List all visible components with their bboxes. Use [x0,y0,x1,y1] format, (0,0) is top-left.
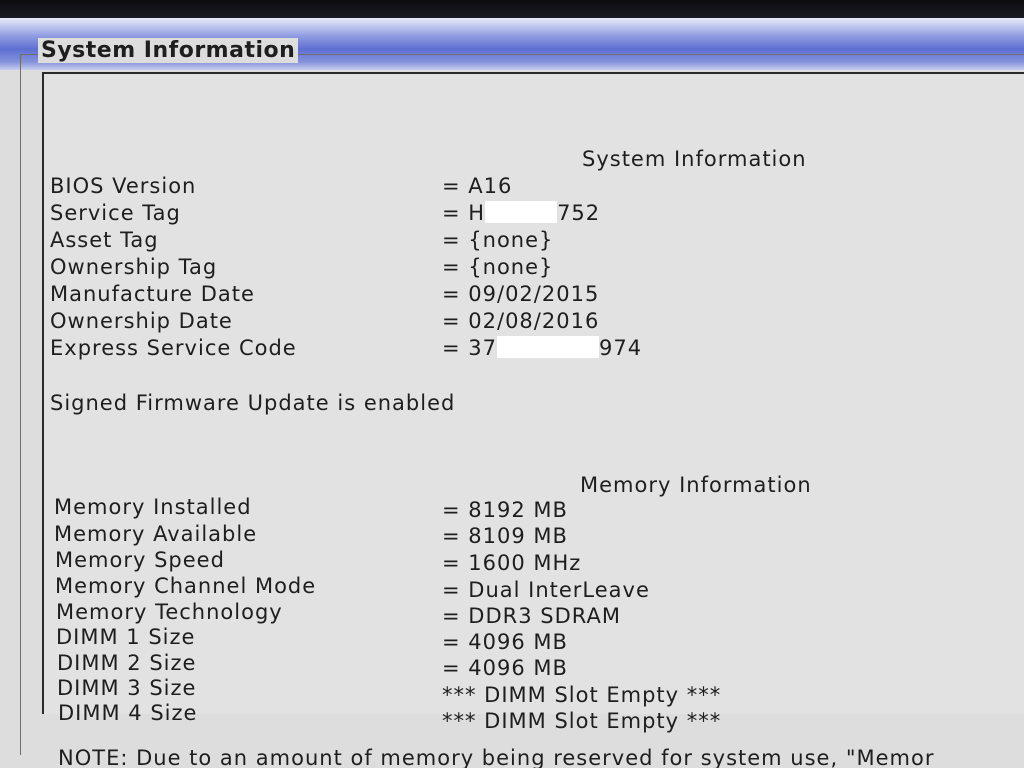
redaction-box [485,201,558,223]
manufacture-date-value: = 09/02/2015 [442,282,600,306]
memory-technology-label: Memory Technology [56,600,283,624]
manufacture-date-label: Manufacture Date [50,282,255,306]
memory-info-heading: Memory Information [580,473,812,497]
memory-available-value: = 8109 MB [442,524,568,548]
memory-speed-value: = 1600 MHz [442,551,582,575]
ownership-date-value: = 02/08/2016 [442,309,600,333]
service-tag-prefix: = H [442,201,486,225]
redaction-box [497,336,599,358]
dimm-2-size-label: DIMM 2 Size [57,651,197,675]
dimm-3-size-label: DIMM 3 Size [57,676,197,700]
ownership-tag-label: Ownership Tag [50,255,218,279]
express-code-prefix: = 37 [442,336,497,360]
group-title: System Information [38,38,299,63]
dimm-4-size-label: DIMM 4 Size [58,701,198,725]
memory-speed-label: Memory Speed [55,548,225,572]
dimm-4-size-value: *** DIMM Slot Empty *** [442,709,722,733]
express-code-suffix: 974 [599,336,643,360]
ownership-date-label: Ownership Date [50,309,233,333]
asset-tag-label: Asset Tag [50,228,159,252]
dimm-1-size-value: = 4096 MB [442,630,568,654]
system-info-heading: System Information [582,147,807,171]
ownership-tag-value: = {none} [442,255,554,279]
memory-technology-value: = DDR3 SDRAM [442,604,621,628]
screen-bezel [0,0,1024,18]
bios-version-label: BIOS Version [50,174,197,198]
memory-available-label: Memory Available [54,522,258,546]
service-tag-value: = H 752 [442,200,600,227]
service-tag-label: Service Tag [50,201,181,225]
dimm-3-size-value: *** DIMM Slot Empty *** [442,683,722,707]
dimm-2-size-value: = 4096 MB [442,656,568,680]
service-tag-suffix: 752 [557,201,601,225]
express-service-code-label: Express Service Code [50,336,297,360]
express-service-code-value: = 37 974 [442,335,642,362]
bios-version-value: = A16 [442,174,513,198]
memory-note-text: NOTE: Due to an amount of memory being r… [58,746,935,768]
firmware-status-text: Signed Firmware Update is enabled [50,391,456,415]
memory-installed-value: = 8192 MB [442,498,568,522]
memory-installed-label: Memory Installed [54,495,252,519]
memory-channel-mode-label: Memory Channel Mode [55,574,317,598]
asset-tag-value: = {none} [442,228,554,252]
memory-channel-mode-value: = Dual InterLeave [442,578,650,602]
dimm-1-size-label: DIMM 1 Size [56,625,196,649]
